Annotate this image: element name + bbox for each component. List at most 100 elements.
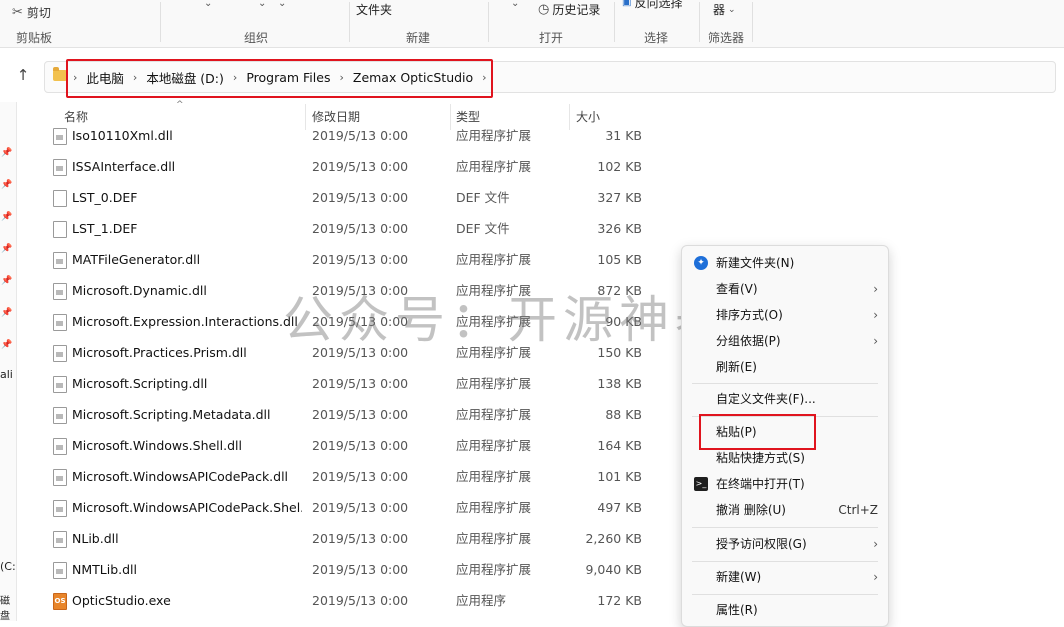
menu-item-view[interactable]: 查看(V) › xyxy=(682,276,888,302)
chevron-down-icon[interactable]: ⌄ xyxy=(258,0,266,9)
file-type: 应用程序扩展 xyxy=(456,314,532,329)
chevron-down-icon[interactable]: ⌄ xyxy=(278,0,286,9)
menu-divider xyxy=(692,561,878,562)
divider xyxy=(349,2,350,42)
file-row[interactable]: Microsoft.WindowsAPICodePack.dll 2019/5/1… xyxy=(0,461,660,492)
file-row[interactable]: Microsoft.WindowsAPICodePack.Shel... 2019… xyxy=(0,492,660,523)
chevron-right-icon[interactable]: › xyxy=(482,71,486,84)
menu-item-undo-delete[interactable]: 撤消 删除(U) Ctrl+Z xyxy=(682,497,888,523)
dll-file-icon xyxy=(53,252,67,269)
menu-item-grant-access[interactable]: 授予访问权限(G) › xyxy=(682,531,888,557)
file-type: DEF 文件 xyxy=(456,221,510,236)
file-row[interactable]: LST_0.DEF 2019/5/13 0:00 DEF 文件 327 KB xyxy=(0,182,660,213)
file-row[interactable]: Microsoft.Practices.Prism.dll 2019/5/13 0… xyxy=(0,337,660,368)
history-button[interactable]: ◷ 历史记录 xyxy=(538,1,600,18)
file-size: 164 KB xyxy=(597,438,642,453)
dll-file-icon xyxy=(53,283,67,300)
invert-selection-icon: ▣ xyxy=(622,0,632,8)
breadcrumb-local-disk[interactable]: 本地磁盘 (D:) xyxy=(146,68,224,87)
cut-button[interactable]: ✂ 剪切 xyxy=(12,3,51,21)
menu-item-customize-folder[interactable]: 自定义文件夹(F)... xyxy=(682,386,888,412)
file-name: OpticStudio.exe xyxy=(72,593,171,608)
menu-item-label: 查看(V) xyxy=(716,282,758,296)
divider xyxy=(752,2,753,42)
file-type: 应用程序扩展 xyxy=(456,500,532,515)
file-size: 90 KB xyxy=(605,314,642,329)
file-date: 2019/5/13 0:00 xyxy=(312,562,409,577)
file-size: 172 KB xyxy=(597,593,642,608)
menu-item-open-terminal[interactable]: >_ 在终端中打开(T) xyxy=(682,471,888,497)
column-header-date[interactable]: 修改日期 xyxy=(312,108,360,125)
menu-item-paste[interactable]: 粘贴(P) xyxy=(682,419,888,445)
menu-item-paste-shortcut[interactable]: 粘贴快捷方式(S) xyxy=(682,445,888,471)
chevron-right-icon: › xyxy=(873,308,878,322)
menu-item-label: 自定义文件夹(F)... xyxy=(716,392,816,406)
breadcrumb: › 此电脑 › 本地磁盘 (D:) › Program Files › Zema… xyxy=(73,62,487,92)
address-bar[interactable]: › 此电脑 › 本地磁盘 (D:) › Program Files › Zema… xyxy=(44,61,1056,93)
file-type: 应用程序扩展 xyxy=(456,469,532,484)
file-name: NLib.dll xyxy=(72,531,119,546)
group-label-filter: 筛选器 xyxy=(707,31,745,45)
menu-divider xyxy=(692,416,878,417)
file-name: Microsoft.Scripting.Metadata.dll xyxy=(72,407,271,422)
chevron-down-icon[interactable]: ⌄ xyxy=(511,0,519,9)
chevron-right-icon: › xyxy=(873,537,878,551)
file-size: 101 KB xyxy=(597,469,642,484)
file-date: 2019/5/13 0:00 xyxy=(312,314,409,329)
file-row[interactable]: Microsoft.Expression.Interactions.dll 201… xyxy=(0,306,660,337)
new-folder-button[interactable]: 文件夹 xyxy=(356,1,392,18)
file-row[interactable]: LST_1.DEF 2019/5/13 0:00 DEF 文件 326 KB xyxy=(0,213,660,244)
menu-item-sort[interactable]: 排序方式(O) › xyxy=(682,302,888,328)
invert-selection-button[interactable]: ▣ 反向选择 xyxy=(622,0,682,11)
menu-item-label: 新建(W) xyxy=(716,570,762,584)
file-size: 872 KB xyxy=(597,283,642,298)
file-row[interactable]: NMTLib.dll 2019/5/13 0:00 应用程序扩展 9,040 KB xyxy=(0,554,660,585)
divider xyxy=(160,2,161,42)
dll-file-icon xyxy=(53,159,67,176)
sort-caret-icon: ^ xyxy=(176,100,184,110)
menu-item-label: 在终端中打开(T) xyxy=(716,477,805,491)
file-size: 105 KB xyxy=(597,252,642,267)
filter-button[interactable]: 器 ⌄ xyxy=(713,1,736,18)
file-size: 497 KB xyxy=(597,500,642,515)
file-row[interactable]: MATFileGenerator.dll 2019/5/13 0:00 应用程序扩展… xyxy=(0,244,660,275)
dll-file-icon xyxy=(53,407,67,424)
chevron-down-icon[interactable]: ⌄ xyxy=(204,0,212,9)
menu-item-properties[interactable]: 属性(R) xyxy=(682,597,888,623)
chevron-right-icon[interactable]: › xyxy=(233,71,237,84)
breadcrumb-zemax-opticstudio[interactable]: Zemax OpticStudio xyxy=(353,70,473,85)
column-header-type[interactable]: 类型 xyxy=(456,108,480,125)
menu-item-new-folder[interactable]: ✦ 新建文件夹(N) xyxy=(682,250,888,276)
breadcrumb-this-pc[interactable]: 此电脑 xyxy=(86,68,124,87)
file-date: 2019/5/13 0:00 xyxy=(312,252,409,267)
file-row[interactable]: NLib.dll 2019/5/13 0:00 应用程序扩展 2,260 KB xyxy=(0,523,660,554)
file-row[interactable]: OS OpticStudio.exe 2019/5/13 0:00 应用程序 172 K… xyxy=(0,585,660,616)
chevron-right-icon[interactable]: › xyxy=(133,71,137,84)
up-arrow-icon[interactable]: ↑ xyxy=(12,64,34,86)
menu-item-new[interactable]: 新建(W) › xyxy=(682,564,888,590)
file-row[interactable]: Microsoft.Scripting.Metadata.dll 2019/5/1… xyxy=(0,399,660,430)
shortcut-label: Ctrl+Z xyxy=(838,503,878,517)
dll-file-icon xyxy=(53,438,67,455)
group-label-new: 新建 xyxy=(405,31,431,45)
file-size: 102 KB xyxy=(597,159,642,174)
menu-item-refresh[interactable]: 刷新(E) xyxy=(682,354,888,380)
file-row[interactable]: ISSAInterface.dll 2019/5/13 0:00 应用程序扩展 102… xyxy=(0,151,660,182)
file-date: 2019/5/13 0:00 xyxy=(312,500,409,515)
column-header-size[interactable]: 大小 xyxy=(576,108,600,125)
file-name: LST_1.DEF xyxy=(72,221,138,236)
menu-item-group-by[interactable]: 分组依据(P) › xyxy=(682,328,888,354)
file-type: 应用程序扩展 xyxy=(456,562,532,577)
file-row[interactable]: Microsoft.Windows.Shell.dll 2019/5/13 0:0… xyxy=(0,430,660,461)
file-name: MATFileGenerator.dll xyxy=(72,252,201,267)
file-type: 应用程序 xyxy=(456,593,507,608)
breadcrumb-program-files[interactable]: Program Files xyxy=(246,70,330,85)
chevron-right-icon[interactable]: › xyxy=(339,71,343,84)
history-icon: ◷ xyxy=(538,2,550,17)
chevron-right-icon: › xyxy=(73,70,78,84)
file-name: NMTLib.dll xyxy=(72,562,137,577)
file-row[interactable]: Microsoft.Scripting.dll 2019/5/13 0:00 应用程… xyxy=(0,368,660,399)
file-row[interactable]: Microsoft.Dynamic.dll 2019/5/13 0:00 应用程序扩… xyxy=(0,275,660,306)
chevron-down-icon: ⌄ xyxy=(728,4,736,15)
column-header-name[interactable]: 名称 xyxy=(64,108,88,125)
